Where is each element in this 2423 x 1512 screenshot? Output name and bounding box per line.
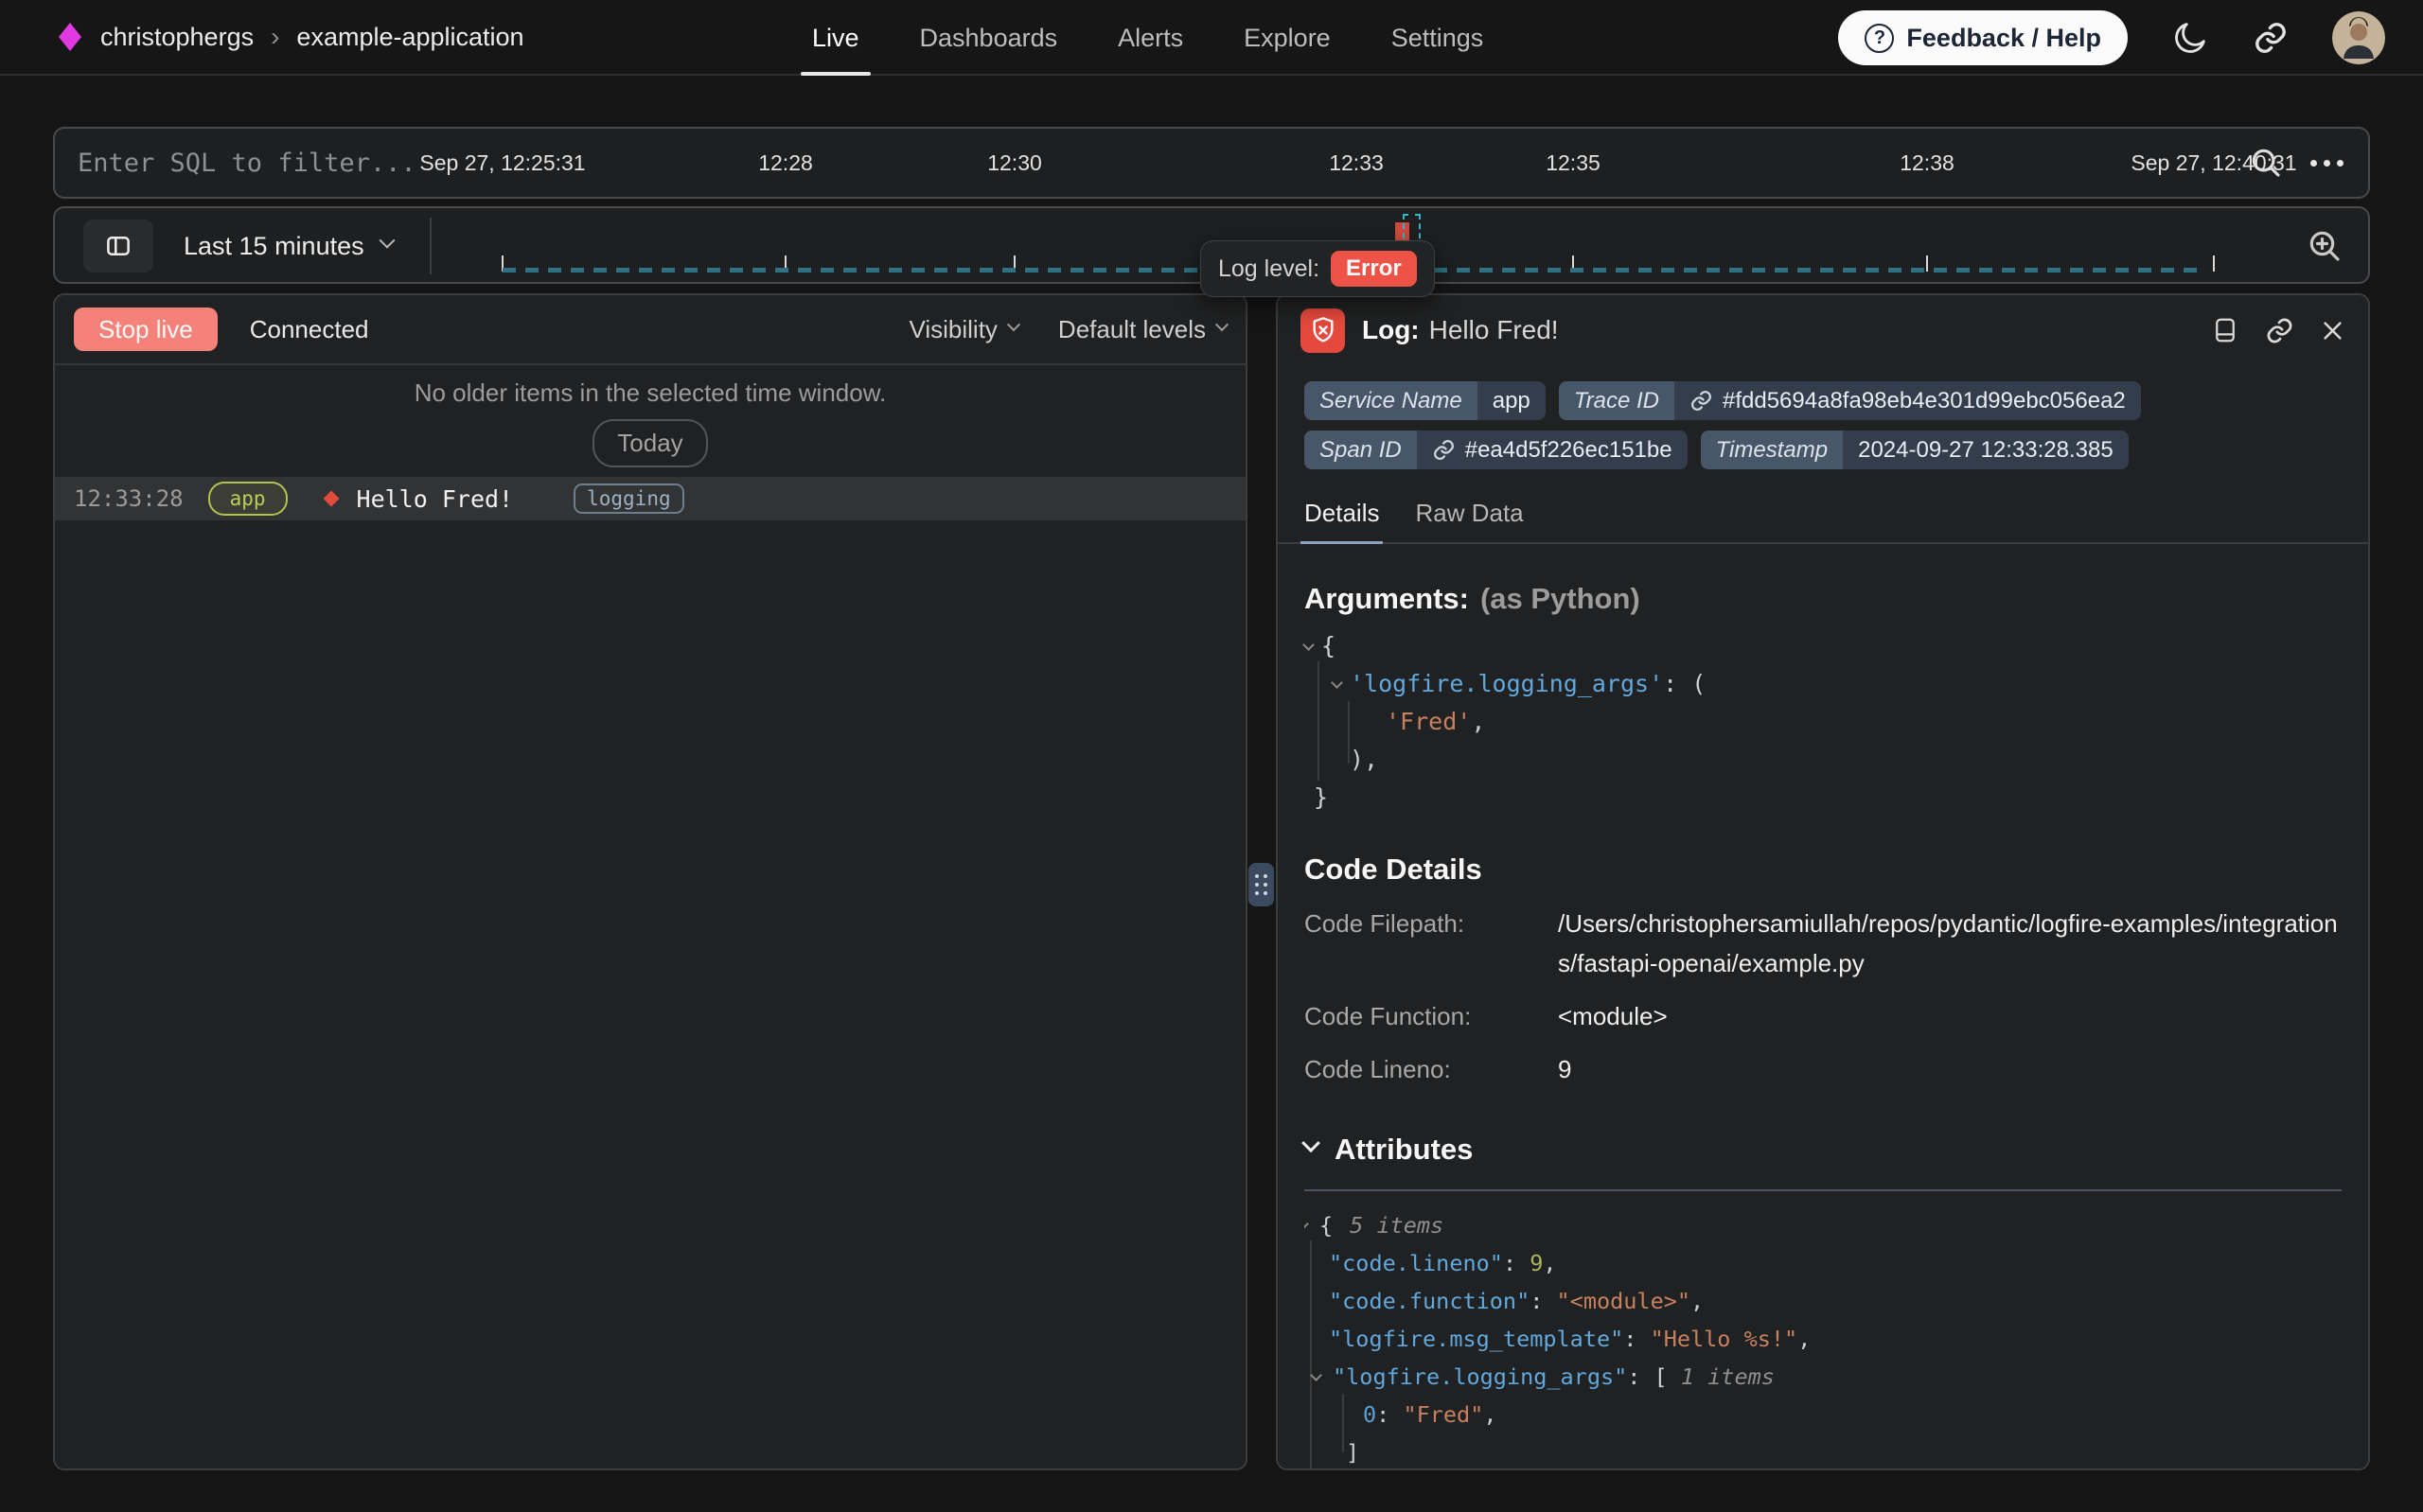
default-levels-dropdown[interactable]: Default levels (1058, 315, 1227, 344)
share-link-icon[interactable] (2253, 20, 2289, 56)
time-range-label: Last 15 minutes (184, 232, 364, 261)
logging-tag: logging (574, 483, 684, 514)
visibility-dropdown[interactable]: Visibility (909, 315, 1017, 344)
top-nav: christophergs › example-application Live… (0, 0, 2423, 76)
code-details-heading: Code Details (1304, 853, 2342, 887)
nav-right: ? Feedback / Help (1838, 0, 2385, 76)
chevron-down-icon (1007, 318, 1020, 331)
detail-tabs: Details Raw Data (1278, 499, 2368, 544)
feedback-help-button[interactable]: ? Feedback / Help (1838, 10, 2128, 65)
code-lineno-row: Code Lineno: 9 (1304, 1049, 2342, 1089)
timestamp-badge: Timestamp 2024-09-27 12:33:28.385 (1701, 431, 2129, 469)
sql-filter-input[interactable] (55, 149, 2368, 178)
tab-dashboards[interactable]: Dashboards (920, 0, 1058, 76)
breadcrumb: christophergs › example-application (100, 22, 524, 52)
link-icon (1689, 389, 1713, 413)
close-icon[interactable] (2320, 318, 2345, 343)
detail-title-prefix: Log: (1362, 315, 1420, 345)
user-avatar[interactable] (2332, 11, 2385, 64)
copy-link-icon[interactable] (2265, 316, 2294, 345)
nav-tabs: Live Dashboards Alerts Explore Settings (812, 0, 1483, 76)
tab-live[interactable]: Live (812, 0, 859, 76)
attributes-code-block: {5 items "code.lineno": 9, "code.functio… (1304, 1206, 2342, 1470)
tab-raw-data[interactable]: Raw Data (1415, 499, 1523, 542)
service-name-badge: Service Name app (1304, 381, 1546, 420)
chevron-down-icon (379, 233, 395, 249)
log-message: Hello Fred! (357, 485, 514, 513)
chevron-down-icon (1301, 1134, 1320, 1152)
question-icon: ? (1865, 24, 1894, 53)
split-view-icon[interactable] (2211, 316, 2239, 344)
detail-title: Hello Fred! (1429, 315, 1559, 345)
tab-explore[interactable]: Explore (1244, 0, 1331, 76)
empty-window-message: No older items in the selected time wind… (55, 378, 1246, 408)
log-level-tooltip: Log level: Error (1200, 240, 1435, 297)
divider (430, 218, 432, 274)
breadcrumb-org[interactable]: christophergs (100, 23, 254, 52)
link-icon (1432, 438, 1456, 462)
error-diamond-icon (324, 491, 340, 507)
breadcrumb-project[interactable]: example-application (296, 23, 523, 52)
error-shield-icon (1300, 308, 1345, 353)
live-logs-panel: Stop live Connected Visibility Default l… (53, 293, 1247, 1470)
tab-settings[interactable]: Settings (1391, 0, 1484, 76)
attributes-heading[interactable]: Attributes (1304, 1133, 2342, 1167)
tooltip-label: Log level: (1218, 255, 1319, 283)
detail-body: Arguments:(as Python) { 'logfire.logging… (1278, 582, 2368, 1470)
breadcrumb-separator-icon: › (269, 22, 281, 52)
span-id-badge[interactable]: Span ID #ea4d5f226ec151be (1304, 431, 1688, 469)
log-time: 12:33:28 (74, 485, 184, 512)
logfire-logo-icon[interactable] (59, 23, 81, 51)
sql-filter-bar (53, 127, 2370, 199)
time-range-selector[interactable]: Last 15 minutes (184, 208, 393, 284)
code-filepath-row: Code Filepath: /Users/christophersamiull… (1304, 904, 2342, 983)
trace-id-badge[interactable]: Trace ID #fdd5694a8fa98eb4e301d99ebc056e… (1559, 381, 2141, 420)
today-button[interactable]: Today (592, 419, 707, 467)
log-detail-panel: Log: Hello Fred! Service Name app (1276, 293, 2370, 1470)
feedback-help-label: Feedback / Help (1906, 24, 2101, 53)
detail-header: Log: Hello Fred! (1278, 295, 2368, 365)
code-function-row: Code Function: <module> (1304, 996, 2342, 1036)
metadata-badges: Service Name app Trace ID #fdd5694a8fa98… (1278, 365, 2368, 469)
connection-status: Connected (250, 315, 369, 344)
dark-mode-moon-icon[interactable] (2171, 19, 2209, 57)
arguments-heading: Arguments:(as Python) (1304, 582, 2342, 616)
tab-alerts[interactable]: Alerts (1118, 0, 1183, 76)
logfire-app: christophergs › example-application Live… (0, 0, 2423, 1512)
tab-details[interactable]: Details (1304, 499, 1379, 542)
zoom-in-icon[interactable] (2306, 227, 2343, 265)
grip-dots-icon (1255, 874, 1267, 895)
service-badge: app (208, 482, 288, 516)
more-options-icon[interactable] (2310, 160, 2343, 167)
chevron-down-icon (1215, 318, 1229, 331)
divider (1304, 1189, 2342, 1191)
arguments-code-block: { 'logfire.logging_args': ( 'Fred', ), } (1304, 627, 2342, 820)
error-level-badge: Error (1331, 251, 1417, 287)
live-panel-header: Stop live Connected Visibility Default l… (55, 295, 1246, 365)
log-row-selected[interactable]: 12:33:28 app Hello Fred! logging (55, 477, 1246, 520)
panel-resize-handle[interactable] (1248, 863, 1274, 906)
stop-live-button[interactable]: Stop live (74, 308, 218, 351)
sidebar-toggle-icon[interactable] (83, 220, 153, 273)
